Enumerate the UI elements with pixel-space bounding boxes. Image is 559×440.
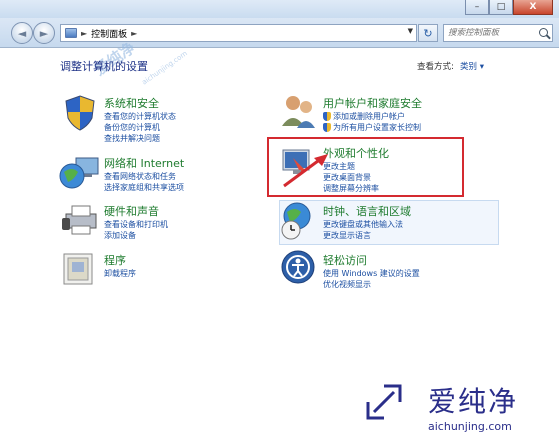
search-box[interactable] xyxy=(443,24,553,42)
category-title[interactable]: 轻松访问 xyxy=(323,252,420,268)
category-title[interactable]: 硬件和声音 xyxy=(104,203,168,219)
link[interactable]: 查找并解决问题 xyxy=(104,133,176,144)
network-globe-icon xyxy=(59,157,99,189)
link-with-shield[interactable]: 为所有用户设置家长控制 xyxy=(323,122,422,133)
clock-globe-icon xyxy=(281,202,311,240)
link[interactable]: 选择家庭组和共享选项 xyxy=(104,182,184,193)
category-network-internet: 网络和 Internet 查看网络状态和任务 选择家庭组和共享选项 xyxy=(104,155,184,193)
link-label[interactable]: 为所有用户设置家长控制 xyxy=(333,122,421,133)
view-by-dropdown[interactable]: 类别 ▾ xyxy=(460,60,484,72)
title-bar: – □ X xyxy=(0,0,559,18)
link[interactable]: 卸载程序 xyxy=(104,268,136,279)
ease-of-access-icon xyxy=(281,250,315,284)
shield-icon xyxy=(65,95,95,131)
category-hardware-sound: 硬件和声音 查看设备和打印机 添加设备 xyxy=(104,203,168,241)
red-arrow-icon xyxy=(283,154,328,188)
view-by-label: 查看方式: xyxy=(417,62,454,72)
link[interactable]: 查看网络状态和任务 xyxy=(104,171,184,182)
back-button[interactable]: ◄ xyxy=(11,22,33,44)
category-title[interactable]: 用户帐户和家庭安全 xyxy=(323,95,422,111)
link[interactable]: 查看您的计算机状态 xyxy=(104,111,176,122)
window-controls: – □ X xyxy=(465,0,553,16)
users-icon xyxy=(282,96,315,128)
category-user-accounts: 用户帐户和家庭安全 添加或删除用户帐户 为所有用户设置家长控制 xyxy=(323,95,422,133)
site-logo: 爱纯净 aichunjing.com xyxy=(356,378,559,440)
link[interactable]: 更改显示语言 xyxy=(323,230,411,241)
link-with-shield[interactable]: 添加或删除用户帐户 xyxy=(323,111,422,122)
close-button[interactable]: X xyxy=(513,0,553,15)
link[interactable]: 备份您的计算机 xyxy=(104,122,176,133)
link[interactable]: 更改键盘或其他输入法 xyxy=(323,219,411,230)
category-programs: 程序 卸载程序 xyxy=(104,252,136,279)
shield-icon xyxy=(323,112,331,121)
search-input[interactable] xyxy=(448,28,536,38)
printer-icon xyxy=(62,205,97,235)
search-icon[interactable] xyxy=(539,28,548,37)
link[interactable]: 添加设备 xyxy=(104,230,168,241)
category-clock-language-region: 时钟、语言和区域 更改键盘或其他输入法 更改显示语言 xyxy=(323,203,411,241)
address-bar[interactable]: ► 控制面板 ► ▼ xyxy=(60,24,417,42)
category-system-security: 系统和安全 查看您的计算机状态 备份您的计算机 查找并解决问题 xyxy=(104,95,176,144)
category-ease-of-access: 轻松访问 使用 Windows 建议的设置 优化视频显示 xyxy=(323,252,420,290)
page-title: 调整计算机的设置 xyxy=(60,60,148,73)
navigation-bar: ◄ ► ► 控制面板 ► ▼ ↻ xyxy=(0,18,559,48)
minimize-button[interactable]: – xyxy=(465,0,489,15)
programs-icon xyxy=(63,253,93,285)
maximize-button[interactable]: □ xyxy=(489,0,513,15)
logo-text: 爱纯净 xyxy=(428,385,519,418)
chevron-down-icon[interactable]: ▼ xyxy=(408,27,413,35)
logo-mark-icon xyxy=(366,384,402,420)
link[interactable]: 优化视频显示 xyxy=(323,279,420,290)
forward-button[interactable]: ► xyxy=(33,22,55,44)
category-title[interactable]: 系统和安全 xyxy=(104,95,176,111)
chevron-right-icon: ► xyxy=(131,28,138,38)
breadcrumb-control-panel[interactable]: 控制面板 xyxy=(91,27,127,40)
category-title[interactable]: 程序 xyxy=(104,252,136,268)
category-title[interactable]: 网络和 Internet xyxy=(104,155,184,171)
category-title[interactable]: 时钟、语言和区域 xyxy=(323,203,411,219)
refresh-button[interactable]: ↻ xyxy=(418,24,438,42)
link-label[interactable]: 添加或删除用户帐户 xyxy=(333,111,405,122)
shield-icon xyxy=(323,123,331,132)
link[interactable]: 查看设备和打印机 xyxy=(104,219,168,230)
logo-url: aichunjing.com xyxy=(428,420,512,433)
link[interactable]: 使用 Windows 建议的设置 xyxy=(323,268,420,279)
control-panel-icon xyxy=(65,28,77,38)
chevron-right-icon: ► xyxy=(81,28,88,38)
